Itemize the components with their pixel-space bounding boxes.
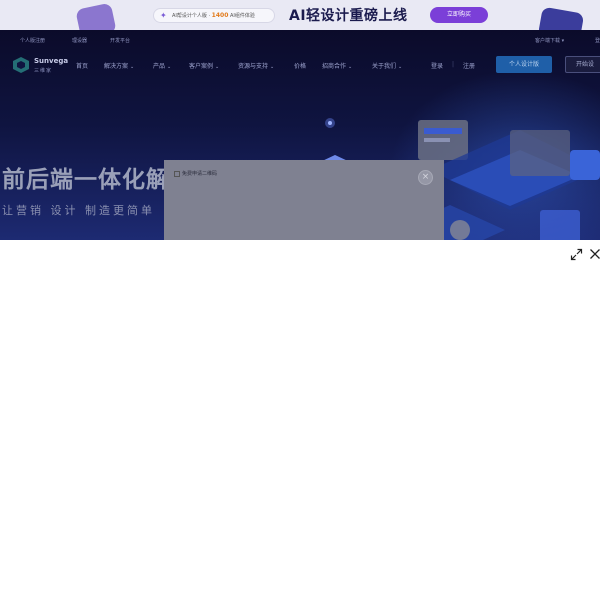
nav-separator: |: [452, 61, 455, 68]
hero-title: 前后端一体化解: [2, 167, 170, 193]
promo-pill-highlight: 1400: [211, 12, 229, 19]
promo-decoration-right: [537, 6, 585, 30]
start-design-button[interactable]: 开始设: [565, 56, 600, 73]
nav-solutions[interactable]: 解决方案 ⌄: [104, 61, 134, 70]
qr-image-alt: 免费申请二维码: [182, 171, 218, 177]
nav-label: 价格: [294, 63, 307, 70]
chevron-down-icon: ⌄: [130, 64, 135, 70]
promo-buy-button[interactable]: 立即购买: [430, 7, 488, 23]
promo-headline: AI轻设计重磅上线: [289, 8, 408, 24]
top-utility-bar: 个人版注册 理设器 开发平台 客户端下载 ▾ 登: [0, 30, 600, 50]
topbar-client-download[interactable]: 客户端下载 ▾: [535, 37, 564, 44]
nav-home[interactable]: 首页: [76, 61, 88, 70]
nav-label: 关于我们: [372, 63, 397, 70]
expand-icon[interactable]: [570, 248, 583, 261]
promo-pill[interactable]: ✦ AI帮设计个人版 · 1400 AI组件体验: [153, 8, 275, 23]
close-icon[interactable]: [589, 248, 600, 260]
nav-label: 客户案例: [189, 63, 214, 70]
logo-icon: [13, 57, 29, 73]
nav-resources[interactable]: 资源与支持 ⌄: [238, 61, 274, 70]
nav-login[interactable]: 登录: [431, 61, 443, 70]
nav-about[interactable]: 关于我们 ⌄: [372, 61, 402, 70]
chevron-down-icon: ⌄: [215, 64, 220, 70]
hero-subtitle: 让营销 设计 制造更简单: [2, 204, 155, 217]
nav-pricing[interactable]: 价格: [294, 61, 306, 70]
nav-label: 招商合作: [322, 63, 347, 70]
promo-decoration-left: [75, 2, 117, 30]
logo-sub: 三维家: [34, 68, 53, 74]
nav-partnership[interactable]: 招商合作 ⌄: [322, 61, 352, 70]
nav-label: 解决方案: [104, 63, 129, 70]
personal-plan-button[interactable]: 个人设计版: [496, 56, 552, 73]
promo-pill-suffix: AI组件体验: [229, 13, 255, 19]
nav-cases[interactable]: 客户案例 ⌄: [189, 61, 219, 70]
modal-close-button[interactable]: ×: [418, 170, 433, 185]
nav-register[interactable]: 注册: [463, 61, 475, 70]
topbar-link-developer[interactable]: 开发平台: [110, 37, 130, 44]
broken-image-icon: [174, 170, 180, 177]
nav-products[interactable]: 产品 ⌄: [153, 61, 171, 70]
nav-label: 首页: [76, 63, 89, 70]
sparkle-icon: ✦: [160, 11, 167, 20]
logo-name: Sunvega: [34, 57, 69, 65]
chevron-down-icon: ⌄: [398, 64, 403, 70]
topbar-login[interactable]: 登: [595, 37, 600, 44]
qr-modal: 免费申请二维码 ×: [164, 160, 444, 240]
qr-image: 免费申请二维码: [174, 170, 217, 177]
topbar-link-personal-register[interactable]: 个人版注册: [20, 37, 45, 44]
promo-banner[interactable]: ✦ AI帮设计个人版 · 1400 AI组件体验 AI轻设计重磅上线 立即购买: [0, 0, 600, 30]
chevron-down-icon: ⌄: [270, 64, 275, 70]
sunvega-logo[interactable]: Sunvega 三维家: [12, 56, 68, 76]
topbar-link-designer[interactable]: 理设器: [72, 37, 87, 44]
main-navbar: Sunvega 三维家 首页 解决方案 ⌄ 产品 ⌄ 客户案例 ⌄ 资源与支持 ⌄ 价格…: [0, 52, 600, 78]
nav-label: 资源与支持: [238, 63, 269, 70]
chevron-down-icon: ⌄: [348, 64, 353, 70]
chevron-down-icon: ⌄: [167, 64, 172, 70]
promo-pill-prefix: AI帮设计个人版 ·: [172, 13, 211, 19]
nav-label: 产品: [153, 63, 166, 70]
